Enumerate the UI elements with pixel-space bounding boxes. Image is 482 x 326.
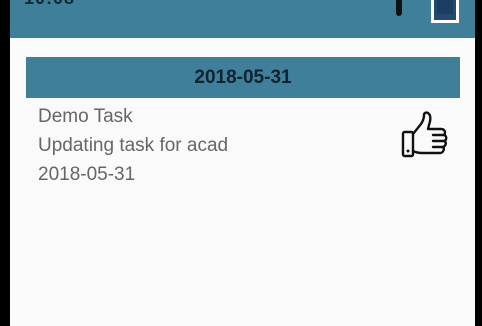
task-list: 2018-05-31 Demo Task Updating task for a…: [10, 38, 475, 326]
task-title: Demo Task: [38, 106, 133, 127]
app-badge-icon: [431, 0, 459, 23]
date-section-label: 2018-05-31: [194, 66, 292, 88]
task-description: Updating task for acad: [38, 135, 229, 156]
task-list-item[interactable]: Demo Task Updating task for acad 2018-05…: [26, 100, 460, 210]
thumbs-up-icon: [401, 111, 448, 158]
task-date: 2018-05-31: [38, 164, 136, 185]
device-frame: 10:08 2018-05-31 Demo Task Updating task…: [0, 0, 482, 326]
app-screen: 10:08 2018-05-31 Demo Task Updating task…: [10, 0, 475, 326]
date-section-header: 2018-05-31: [26, 57, 460, 98]
status-bar: 10:08: [10, 0, 475, 38]
thumbs-up-button[interactable]: [400, 110, 452, 162]
notification-icon: [396, 0, 402, 16]
status-time: 10:08: [24, 0, 75, 9]
